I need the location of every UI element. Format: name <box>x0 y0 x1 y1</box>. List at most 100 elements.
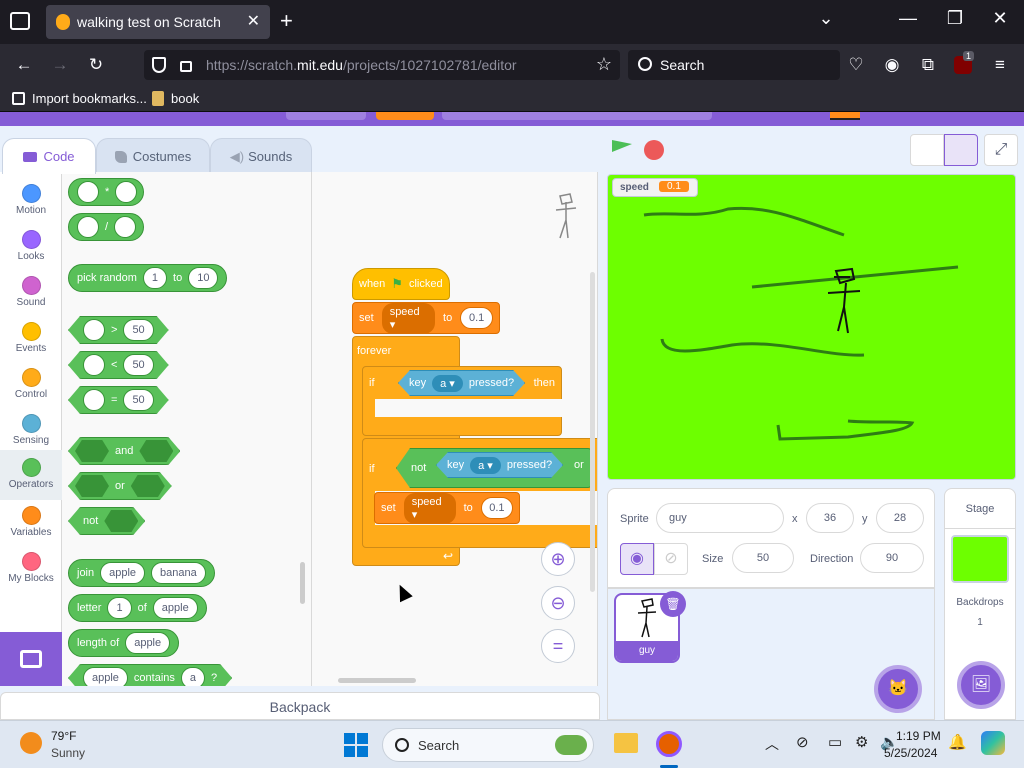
add-extension-button[interactable] <box>0 632 62 686</box>
category-sensing[interactable]: Sensing <box>0 408 62 454</box>
copilot-icon[interactable] <box>981 731 1005 755</box>
new-tab-button[interactable]: + <box>280 8 293 34</box>
tab-sounds[interactable]: ◀) Sounds <box>210 138 312 174</box>
sprite-name-field[interactable]: guy <box>656 503 784 533</box>
tab-close-icon[interactable]: ✕ <box>247 11 260 31</box>
clock-date[interactable]: 5/25/2024 <box>884 746 937 760</box>
input-oval[interactable]: apple <box>100 562 146 584</box>
when-flag-clicked-block[interactable]: when ⚑ clicked <box>352 268 450 300</box>
menu-button-3[interactable] <box>442 112 712 120</box>
guy-sprite[interactable] <box>826 267 862 337</box>
input-oval[interactable] <box>83 319 105 341</box>
browser-tab-active[interactable]: walking test on Scratch ✕ <box>46 5 270 39</box>
length-of-block[interactable]: length of apple <box>68 629 180 657</box>
y-field[interactable]: 28 <box>876 503 924 533</box>
zoom-out-button[interactable]: ⊖ <box>541 586 575 620</box>
palette-scrollbar[interactable] <box>300 562 305 604</box>
boolean-slot[interactable] <box>75 475 109 497</box>
hide-sprite-button[interactable]: ⊘ <box>654 543 688 575</box>
forward-arrow-icon[interactable]: → <box>49 55 71 75</box>
tab-costumes[interactable]: Costumes <box>96 138 210 174</box>
input-oval[interactable]: a <box>181 667 205 686</box>
less-than-block[interactable]: <50 <box>68 351 169 379</box>
clock-time[interactable]: 1:19 PM <box>896 729 941 743</box>
display-icon[interactable]: ▭ <box>828 733 842 751</box>
book-bookmark-link[interactable]: book <box>171 91 199 106</box>
input-oval[interactable] <box>77 181 99 203</box>
maximize-window-button[interactable]: ❐ <box>935 8 975 29</box>
category-control[interactable]: Control <box>0 362 62 408</box>
tab-code[interactable]: Code <box>2 138 96 174</box>
join-block[interactable]: join apple banana <box>68 559 215 587</box>
input-oval[interactable]: 50 <box>123 319 153 341</box>
tab-overflow-chevron-icon[interactable]: ⌄ <box>806 8 846 29</box>
delete-sprite-icon[interactable]: 🗑 <box>660 591 686 617</box>
input-oval[interactable]: 10 <box>188 267 219 289</box>
input-oval[interactable]: 50 <box>123 389 153 411</box>
input-oval[interactable] <box>114 216 137 238</box>
accessibility-icon[interactable]: ⚙ <box>855 733 868 751</box>
taskbar-search-box[interactable]: Search <box>382 728 594 762</box>
small-stage-button[interactable] <box>910 134 944 166</box>
letter-of-block[interactable]: letter 1 of apple <box>68 594 207 622</box>
stop-button[interactable] <box>644 140 664 160</box>
workspace-scrollbar-vertical[interactable] <box>590 272 595 592</box>
input-oval[interactable] <box>115 181 138 203</box>
lock-icon[interactable] <box>180 61 192 72</box>
stage-thumbnail[interactable] <box>951 535 1009 583</box>
boolean-slot[interactable] <box>75 440 109 462</box>
minimize-window-button[interactable]: — <box>888 8 928 29</box>
value-input[interactable]: 0.1 <box>480 497 513 519</box>
category-sound[interactable]: Sound <box>0 270 62 316</box>
hamburger-menu-icon[interactable]: ≡ <box>989 55 1011 75</box>
import-bookmarks-link[interactable]: Import bookmarks... <box>32 91 147 106</box>
pick-random-block[interactable]: pick random 1 to 10 <box>68 264 228 292</box>
backpack-header[interactable]: Backpack <box>0 692 600 720</box>
set-variable-block[interactable]: set speed ▾ to 0.1 <box>352 302 500 334</box>
boolean-slot[interactable] <box>104 510 138 532</box>
category-variables[interactable]: Variables <box>0 500 62 546</box>
firefox-icon[interactable] <box>656 731 682 757</box>
size-field[interactable]: 50 <box>732 543 794 573</box>
network-off-icon[interactable]: ⊘ <box>796 733 809 751</box>
input-oval[interactable] <box>77 216 99 238</box>
normal-stage-button[interactable] <box>944 134 978 166</box>
menu-button-4[interactable] <box>830 112 860 120</box>
choose-sprite-button[interactable]: 🐱 <box>874 665 922 713</box>
show-sprite-button[interactable]: ◉ <box>620 543 654 575</box>
set-variable-block-2[interactable]: set speed ▾ to 0.1 <box>374 492 520 524</box>
file-explorer-icon[interactable] <box>614 733 638 753</box>
direction-field[interactable]: 90 <box>860 543 924 573</box>
stage-canvas[interactable] <box>607 174 1016 480</box>
multiply-block[interactable]: * <box>68 178 144 206</box>
category-operators[interactable]: Operators <box>0 450 62 500</box>
category-motion[interactable]: Motion <box>0 178 62 224</box>
shield-icon[interactable] <box>152 57 166 73</box>
category-my-blocks[interactable]: My Blocks <box>0 546 62 592</box>
boolean-slot[interactable] <box>139 440 173 462</box>
show-hidden-icons-chevron-icon[interactable]: ︿ <box>765 734 779 754</box>
key-dropdown[interactable]: a ▾ <box>432 375 463 392</box>
input-oval[interactable]: apple <box>125 632 171 654</box>
variable-dropdown[interactable]: speed ▾ <box>381 302 436 334</box>
equals-block[interactable]: = 50 <box>68 386 169 414</box>
reload-icon[interactable]: ↻ <box>85 55 107 75</box>
tab-list-icon[interactable] <box>10 12 30 30</box>
zoom-reset-button[interactable]: = <box>541 629 575 663</box>
extensions-icon[interactable]: ⧉ <box>917 55 939 75</box>
workspace-scrollbar-horizontal[interactable] <box>338 678 416 683</box>
input-oval[interactable]: 1 <box>107 597 132 619</box>
input-oval[interactable] <box>83 389 105 411</box>
key-dropdown[interactable]: a ▾ <box>470 457 501 474</box>
fullscreen-button[interactable]: ⤢ <box>984 134 1018 166</box>
divide-block[interactable]: / <box>68 213 144 241</box>
input-oval[interactable]: 1 <box>142 267 168 289</box>
input-oval[interactable]: banana <box>151 562 206 584</box>
contains-block[interactable]: apple contains a? <box>68 664 232 686</box>
menu-button-1[interactable] <box>286 112 366 120</box>
notification-bell-icon[interactable]: 🔔 <box>948 733 967 751</box>
choose-backdrop-button[interactable]: 🖼 <box>957 661 1005 709</box>
greater-than-block[interactable]: >50 <box>68 316 169 344</box>
category-events[interactable]: Events <box>0 316 62 362</box>
pocket-icon[interactable]: ♡ <box>845 55 867 75</box>
